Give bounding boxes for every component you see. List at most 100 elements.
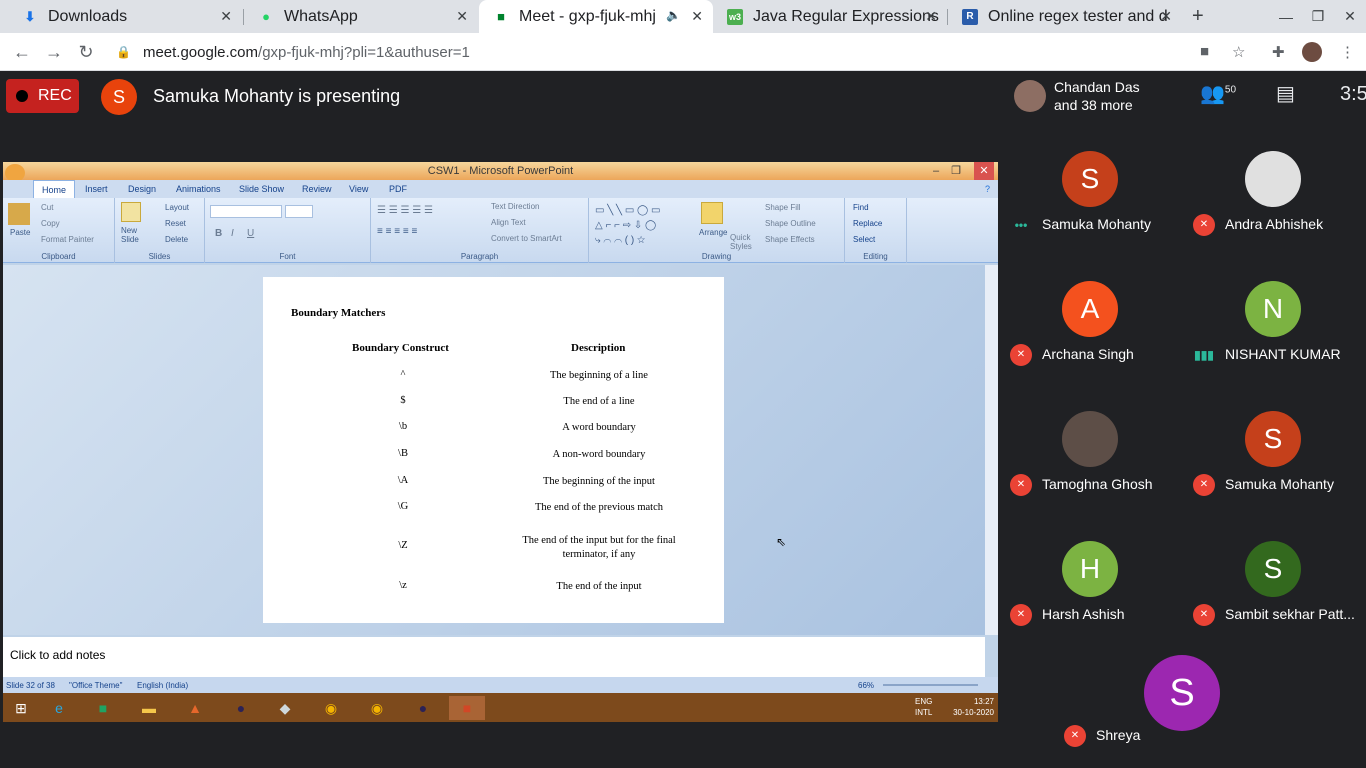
excel-icon[interactable]: ■ [85, 696, 121, 720]
participant-tile[interactable]: S ✕ Sambit sekhar Patt... [1183, 526, 1363, 656]
lock-icon[interactable]: 🔒 [116, 45, 131, 59]
shape-outline-button[interactable]: Shape Outline [765, 219, 816, 228]
tab-view[interactable]: View [349, 184, 368, 194]
shape-effects-button[interactable]: Shape Effects [765, 235, 815, 244]
tray-clock[interactable]: 13:27 30-10-2020 [953, 696, 994, 718]
new-slide-button[interactable]: New Slide [121, 226, 145, 244]
shapes-gallery[interactable]: ▭ ╲ ╲ ▭ ◯ ▭ △ ⌐ ⌐ ⇨ ⇩ ◯ ⤷ ⌒ ⌒ ( ) ☆ [595, 203, 660, 248]
participant-tile[interactable]: H ✕ Harsh Ashish [1000, 526, 1180, 656]
slide-editing-area[interactable]: Boundary Matchers Boundary Construct Des… [3, 265, 985, 635]
url-field[interactable]: 🔒 meet.google.com/gxp-fjuk-mhj?pli=1&aut… [106, 37, 1256, 67]
align-icons[interactable]: ≡ ≡ ≡ ≡ ≡ [377, 226, 417, 237]
zoom-slider[interactable] [883, 684, 978, 686]
chrome-icon[interactable]: ◉ [313, 696, 349, 720]
paste-icon[interactable] [8, 203, 30, 225]
new-slide-icon[interactable] [121, 202, 141, 222]
close-window-icon[interactable]: ✕ [1334, 0, 1366, 33]
eclipse-icon[interactable]: ● [405, 696, 441, 720]
tab-slide-show[interactable]: Slide Show [239, 184, 284, 194]
copy-button[interactable]: Copy [41, 219, 60, 228]
italic-icon[interactable]: I [231, 228, 234, 239]
minimize-icon[interactable]: – [926, 162, 946, 180]
font-size-field[interactable] [285, 205, 313, 218]
restore-icon[interactable]: ❐ [1302, 0, 1334, 33]
tab-home[interactable]: Home [33, 180, 76, 198]
align-text-button[interactable]: Align Text [491, 218, 526, 227]
restore-icon[interactable]: ❐ [946, 162, 966, 180]
tab-java-regex[interactable]: w3 Java Regular Expressions ✕ [713, 0, 947, 33]
matlab-icon[interactable]: ▲ [177, 696, 213, 720]
zoom-level[interactable]: 66% [858, 681, 874, 690]
powerpoint-icon[interactable]: ■ [449, 696, 485, 720]
extensions-icon[interactable]: ✚ [1272, 43, 1285, 61]
underline-icon[interactable]: U [247, 228, 254, 239]
slide-scrollbar[interactable] [985, 265, 998, 635]
text-direction-button[interactable]: Text Direction [491, 202, 539, 211]
notes-pane[interactable]: Click to add notes [3, 637, 985, 677]
shape-fill-button[interactable]: Shape Fill [765, 203, 801, 212]
close-tab-icon[interactable]: ✕ [925, 8, 937, 25]
help-icon[interactable]: ? [985, 184, 990, 194]
app-icon[interactable]: ◆ [267, 696, 303, 720]
participant-tile[interactable]: S ✕ Shreya [1054, 655, 1310, 758]
forward-icon[interactable]: → [41, 40, 67, 64]
speaker-icon[interactable]: 🔈 [666, 8, 681, 22]
select-button[interactable]: Select [853, 235, 875, 244]
chrome-icon[interactable]: ◉ [359, 696, 395, 720]
folder-icon[interactable]: ▬ [131, 696, 167, 720]
input-language[interactable]: ENG INTL [915, 696, 932, 718]
smartart-button[interactable]: Convert to SmartArt [491, 234, 562, 243]
arrange-button[interactable]: Arrange [699, 228, 727, 237]
people-icon[interactable]: 👥50 [1200, 81, 1236, 106]
tab-downloads[interactable]: ⬇ Downloads ✕ [8, 0, 242, 33]
replace-button[interactable]: Replace [853, 219, 882, 228]
tab-design[interactable]: Design [128, 184, 156, 194]
tab-pdf[interactable]: PDF [389, 184, 407, 194]
minimize-icon[interactable]: — [1270, 0, 1302, 33]
tab-review[interactable]: Review [302, 184, 332, 194]
bold-icon[interactable]: B [215, 228, 222, 239]
participant-tile[interactable]: N ▮▮▮ NISHANT KUMAR [1183, 266, 1363, 396]
start-icon[interactable]: ⊞ [3, 696, 39, 720]
reload-icon[interactable]: ↻ [73, 40, 99, 64]
camera-icon[interactable]: ■ [1200, 43, 1209, 60]
quick-styles-button[interactable]: Quick Styles [730, 233, 756, 251]
participant-tile[interactable]: S ✕ Samuka Mohanty [1183, 396, 1363, 526]
participant-tile[interactable]: S ••• Samuka Mohanty [1000, 136, 1180, 266]
layout-button[interactable]: Layout [165, 203, 189, 212]
close-tab-icon[interactable]: ✕ [456, 8, 468, 25]
eclipse-icon[interactable]: ● [223, 696, 259, 720]
cut-button[interactable]: Cut [41, 203, 53, 212]
mic-off-icon: ✕ [1064, 725, 1086, 747]
close-tab-icon[interactable]: ✕ [691, 8, 703, 25]
tab-insert[interactable]: Insert [85, 184, 108, 194]
new-tab-button[interactable]: + [1192, 5, 1204, 28]
format-painter-button[interactable]: Format Painter [41, 235, 94, 244]
tab-meet[interactable]: ■ Meet - gxp-fjuk-mhj 🔈 ✕ [479, 0, 713, 33]
tab-regex-tester[interactable]: R Online regex tester and d ✕ [948, 0, 1182, 33]
chat-icon[interactable]: ▤ [1276, 81, 1295, 106]
participant-tile[interactable]: ✕ Andra Abhishek [1183, 136, 1363, 266]
font-name-field[interactable] [210, 205, 282, 218]
close-tab-icon[interactable]: ✕ [1160, 8, 1172, 25]
paste-button[interactable]: Paste [10, 228, 30, 237]
menu-icon[interactable]: ⋮ [1340, 43, 1355, 61]
slide-canvas[interactable]: Boundary Matchers Boundary Construct Des… [263, 277, 724, 623]
participants-summary[interactable]: Chandan Das and 38 more [1008, 71, 1168, 121]
tab-animations[interactable]: Animations [176, 184, 221, 194]
bullets-icon[interactable]: ☰ ☰ ☰ ☰ ☰ [377, 205, 433, 216]
close-tab-icon[interactable]: ✕ [220, 8, 232, 25]
delete-button[interactable]: Delete [165, 235, 188, 244]
find-button[interactable]: Find [853, 203, 869, 212]
participant-tile[interactable]: A ✕ Archana Singh [1000, 266, 1180, 396]
ie-icon[interactable]: e [41, 696, 77, 720]
profile-avatar[interactable] [1302, 42, 1322, 62]
reset-button[interactable]: Reset [165, 219, 186, 228]
participant-tile[interactable]: ✕ Tamoghna Ghosh [1000, 396, 1180, 526]
close-window-icon[interactable]: ✕ [974, 162, 994, 180]
tab-whatsapp[interactable]: ● WhatsApp ✕ [244, 0, 478, 33]
back-icon[interactable]: ← [9, 40, 35, 64]
arrange-icon[interactable] [701, 202, 723, 224]
star-icon[interactable]: ☆ [1232, 43, 1245, 61]
font-group: B I U Font [205, 198, 371, 263]
